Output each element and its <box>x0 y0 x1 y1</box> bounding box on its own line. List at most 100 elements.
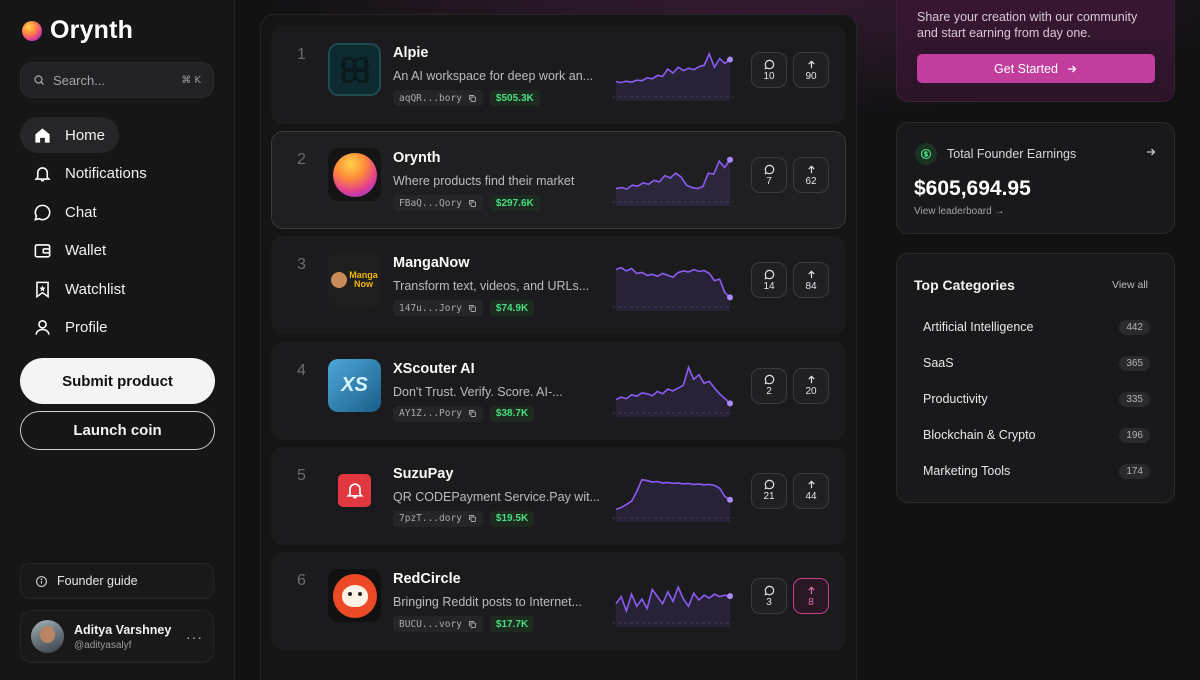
category-item[interactable]: Marketing Tools 174 <box>914 456 1159 486</box>
comments-button[interactable]: 7 <box>751 157 787 194</box>
upvote-button[interactable]: 84 <box>793 262 829 299</box>
copy-icon <box>468 515 476 523</box>
product-description: An AI workspace for deep work an... <box>393 69 594 83</box>
main-nav: Home Notifications Chat Wallet Watchlist… <box>20 117 214 349</box>
category-name: Artificial Intelligence <box>923 320 1034 334</box>
sparkline-endpoint <box>727 56 733 63</box>
top-categories-card: Top Categories View all Artificial Intel… <box>896 253 1175 503</box>
market-cap-badge: $505.3K <box>489 90 540 106</box>
token-address-chip[interactable]: AY1Z...Pory <box>393 405 483 422</box>
submit-product-button[interactable]: Submit product <box>20 358 215 404</box>
product-description: QR CODEPayment Service.Pay wit... <box>393 489 601 504</box>
sparkline-area <box>616 159 730 207</box>
brand-logo[interactable]: Orynth <box>22 16 133 45</box>
arrow-up-icon <box>807 585 815 594</box>
copy-icon <box>468 410 476 418</box>
upvote-button[interactable]: 90 <box>793 52 829 88</box>
token-address-chip[interactable]: 147u...Jory <box>393 300 483 317</box>
category-item[interactable]: Productivity 335 <box>914 384 1159 414</box>
arrow-up-icon <box>807 480 815 489</box>
get-started-button[interactable]: Get Started <box>917 54 1155 83</box>
product-description: Don't Trust. Verify. Score. AI-... <box>393 384 563 399</box>
upvote-button[interactable]: 8 <box>793 578 829 614</box>
upvote-button[interactable]: 20 <box>793 367 829 404</box>
home-icon <box>35 127 50 143</box>
founder-guide-link[interactable]: Founder guide <box>20 563 214 599</box>
price-sparkline <box>612 267 734 312</box>
token-address-chip[interactable]: FBaQ...Qory <box>393 195 483 212</box>
product-meta: 147u...Jory $74.9K <box>393 300 535 317</box>
redcircle-logo <box>328 569 381 622</box>
wallet-icon <box>34 244 51 258</box>
rank-number: 4 <box>297 361 306 379</box>
category-name: Productivity <box>923 392 988 406</box>
upvote-count: 90 <box>805 70 817 82</box>
category-item[interactable]: Blockchain & Crypto 196 <box>914 420 1159 450</box>
rank-number: 6 <box>297 572 306 589</box>
sparkline-endpoint <box>727 294 733 301</box>
category-count: 335 <box>1119 391 1150 407</box>
nav-item-wallet[interactable]: Wallet <box>20 233 119 269</box>
nav-item-profile[interactable]: Profile <box>20 310 121 346</box>
search-input[interactable] <box>53 72 173 88</box>
more-options-icon[interactable]: ··· <box>186 629 203 645</box>
category-item[interactable]: Artificial Intelligence 442 <box>914 312 1159 342</box>
category-count: 174 <box>1119 463 1150 479</box>
category-count: 365 <box>1119 355 1150 371</box>
view-leaderboard-link[interactable]: View leaderboard → <box>914 206 1004 217</box>
bell-icon <box>34 167 51 182</box>
earnings-title: Total Founder Earnings <box>947 147 1077 161</box>
token-address-chip[interactable]: 7pzT...dory <box>393 510 483 527</box>
product-name[interactable]: RedCircle <box>393 571 461 587</box>
token-address-chip[interactable]: BUCU...vory <box>393 616 483 632</box>
launch-coin-button[interactable]: Launch coin <box>20 411 215 450</box>
comment-icon <box>764 164 774 175</box>
token-address-chip[interactable]: aqQR...bory <box>393 90 483 106</box>
comment-icon <box>764 480 774 490</box>
product-row[interactable]: 3 Manga Now MangaNow Transform text, vide… <box>271 236 846 335</box>
arrow-right-icon[interactable] <box>1145 146 1157 158</box>
comment-icon <box>764 269 774 280</box>
upvote-button[interactable]: 44 <box>793 472 829 509</box>
sparkline-area <box>616 587 730 627</box>
sparkline-area <box>616 366 730 417</box>
nav-item-chat[interactable]: Chat <box>20 194 110 230</box>
user-card[interactable]: Aditya Varshney @adityasalyf ··· <box>20 610 214 663</box>
search-bar[interactable]: ⌘ K <box>20 62 214 98</box>
comments-button[interactable]: 2 <box>751 367 787 404</box>
price-sparkline <box>612 51 734 101</box>
upvote-count: 44 <box>805 491 817 503</box>
product-row[interactable]: 1 Alpie An AI workspace for deep work an… <box>271 26 846 124</box>
category-name: Blockchain & Crypto <box>923 428 1036 442</box>
product-name[interactable]: SuzuPay <box>393 466 453 482</box>
comments-button[interactable]: 14 <box>751 262 787 299</box>
user-name: Aditya Varshney <box>74 622 172 637</box>
comments-button[interactable]: 3 <box>751 578 787 614</box>
user-handle: @adityasalyf <box>74 639 132 651</box>
product-name[interactable]: XScouter AI <box>393 361 475 377</box>
xscouter-logo: XS <box>328 358 381 412</box>
nav-item-home[interactable]: Home <box>20 117 120 153</box>
sparkline-area <box>616 53 730 101</box>
nav-item-watchlist[interactable]: Watchlist <box>20 271 138 307</box>
nav-item-notifications[interactable]: Notifications <box>20 156 160 192</box>
product-row[interactable]: 2 Orynth Where products find their marke… <box>271 131 846 230</box>
arrow-up-icon <box>807 375 815 384</box>
view-all-link[interactable]: View all <box>1112 279 1148 291</box>
product-name[interactable]: MangaNow <box>393 255 470 271</box>
arrow-up-icon <box>807 270 815 279</box>
comments-button[interactable]: 10 <box>751 52 787 88</box>
product-row[interactable]: 6 RedCircle Bringing Reddit posts to Int… <box>271 552 846 650</box>
promo-card: Share your creation with our community a… <box>896 0 1175 102</box>
rank-number: 2 <box>297 151 306 169</box>
product-name[interactable]: Orynth <box>393 150 441 166</box>
copy-icon <box>468 94 476 102</box>
category-item[interactable]: SaaS 365 <box>914 348 1159 378</box>
comments-button[interactable]: 21 <box>751 472 787 509</box>
product-name[interactable]: Alpie <box>393 45 428 61</box>
product-row[interactable]: 5 SuzuPay QR CODEPayment Service.Pay wit… <box>271 446 846 545</box>
upvote-button[interactable]: 62 <box>793 157 829 194</box>
manganow-logo: Manga Now <box>328 253 381 307</box>
upvote-count: 84 <box>805 280 817 292</box>
product-row[interactable]: 4 XS XScouter AI Don't Trust. Verify. Sc… <box>271 341 846 440</box>
